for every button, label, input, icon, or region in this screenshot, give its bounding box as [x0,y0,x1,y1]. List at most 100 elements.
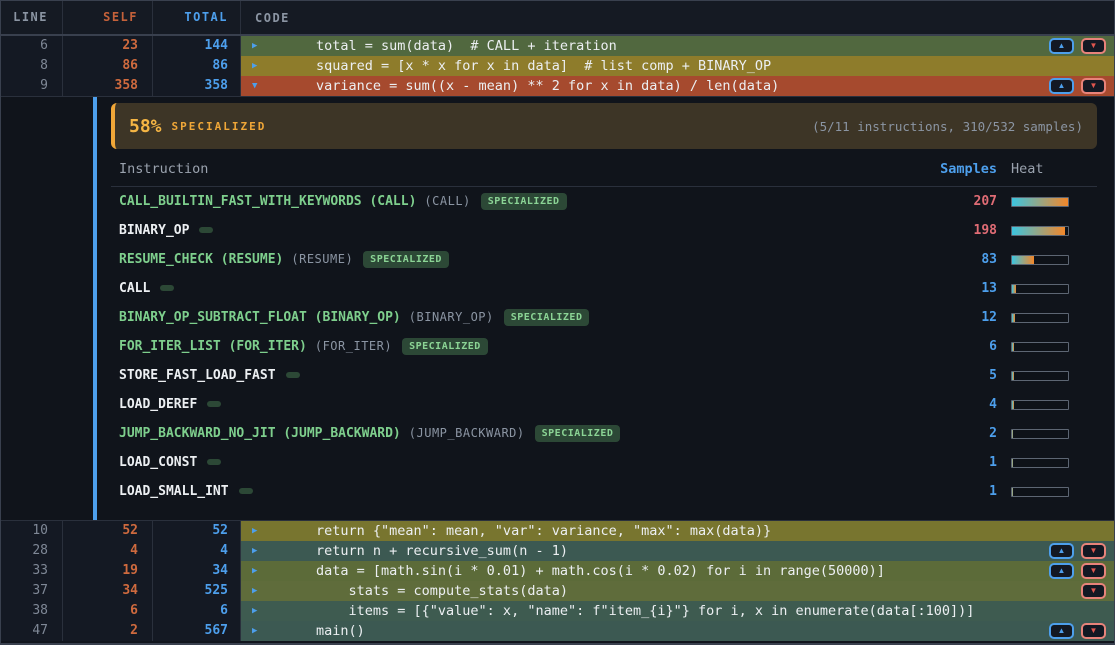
row-navigation-buttons: ▲ ▼ [1049,543,1106,559]
expand-collapse-icon[interactable]: ▶ [252,566,266,576]
line-number: 33 [1,561,63,581]
heat-bar-cell [997,197,1097,207]
self-samples: 6 [63,601,153,621]
sample-count: 6 [923,339,997,354]
jump-up-button[interactable]: ▲ [1049,563,1074,579]
specialized-badge: SPECIALIZED [504,309,590,326]
expand-collapse-icon[interactable]: ▼ [252,81,266,91]
code-cell[interactable]: ▶ return n + recursive_sum(n - 1) ▲ ▼ [241,541,1114,561]
specialized-badge [160,285,174,291]
code-row[interactable]: 38 6 6 ▶ items = [{"value": x, "name": f… [1,601,1114,621]
expand-collapse-icon[interactable]: ▶ [252,586,266,596]
sample-count: 1 [923,455,997,470]
expand-collapse-icon[interactable]: ▶ [252,546,266,556]
code-cell[interactable]: ▼ variance = sum((x - mean) ** 2 for x i… [241,76,1114,96]
instruction-name: STORE_FAST_LOAD_FAST [111,368,923,383]
table-header: LINE SELF TOTAL CODE [1,1,1114,36]
specialized-badge [207,459,221,465]
code-cell[interactable]: ▶ squared = [x * x for x in data] # list… [241,56,1114,76]
heat-bar-track [1011,284,1069,294]
expand-collapse-icon[interactable]: ▶ [252,526,266,536]
specialized-badge [239,488,253,494]
instruction-name: JUMP_BACKWARD_NO_JIT (JUMP_BACKWARD)(JUM… [111,425,923,442]
total-samples: 52 [153,521,241,541]
row-navigation-buttons: ▲ ▼ [1049,563,1106,579]
jump-down-button[interactable]: ▼ [1081,583,1106,599]
sample-count: 83 [923,252,997,267]
specialized-badge [286,372,300,378]
self-samples: 34 [63,581,153,601]
specialized-badge [199,227,213,233]
instruction-name: BINARY_OP [111,223,923,238]
expand-collapse-icon[interactable]: ▶ [252,41,266,51]
code-row[interactable]: 9 358 358 ▼ variance = sum((x - mean) **… [1,76,1114,96]
instruction-row: FOR_ITER_LIST (FOR_ITER)(FOR_ITER)SPECIA… [111,332,1097,361]
source-code-text: return n + recursive_sum(n - 1) [316,543,568,559]
jump-down-button[interactable]: ▼ [1081,563,1106,579]
jump-down-button[interactable]: ▼ [1081,38,1106,54]
total-samples: 6 [153,601,241,621]
jump-up-button[interactable]: ▲ [1049,78,1074,94]
code-row[interactable]: 6 23 144 ▶ total = sum(data) # CALL + it… [1,36,1114,56]
heat-bar-fill [1012,314,1015,322]
code-row[interactable]: 37 34 525 ▶ stats = compute_stats(data) … [1,581,1114,601]
base-opcode-label: (FOR_ITER) [315,339,392,353]
instruction-table-header: Instruction Samples Heat [111,152,1097,187]
heat-bar-fill [1012,488,1013,496]
source-code-text: data = [math.sin(i * 0.01) + math.cos(i … [316,563,885,579]
instruction-row: STORE_FAST_LOAD_FAST 5 [111,361,1097,390]
code-cell[interactable]: ▶ items = [{"value": x, "name": f"item_{… [241,601,1114,621]
instruction-row: LOAD_CONST 1 [111,448,1097,477]
code-row[interactable]: 28 4 4 ▶ return n + recursive_sum(n - 1)… [1,541,1114,561]
code-cell[interactable]: ▶ return {"mean": mean, "var": variance,… [241,521,1114,541]
heat-bar-fill [1012,459,1013,467]
line-number: 6 [1,36,63,56]
code-cell[interactable]: ▶ total = sum(data) # CALL + iteration ▲… [241,36,1114,56]
self-samples: 23 [63,36,153,56]
instruction-name: CALL_BUILTIN_FAST_WITH_KEYWORDS (CALL)(C… [111,193,923,210]
instruction-row: CALL_BUILTIN_FAST_WITH_KEYWORDS (CALL)(C… [111,187,1097,216]
source-code-text: stats = compute_stats(data) [316,583,568,599]
source-code-text: squared = [x * x for x in data] # list c… [316,58,771,74]
expand-collapse-icon[interactable]: ▶ [252,626,266,636]
jump-down-button[interactable]: ▼ [1081,623,1106,639]
expand-collapse-icon[interactable]: ▶ [252,61,266,71]
jump-down-button[interactable]: ▼ [1081,543,1106,559]
specialized-label: SPECIALIZED [172,120,267,133]
jump-down-button[interactable]: ▼ [1081,78,1106,94]
code-cell[interactable]: ▶ main() ▲ ▼ [241,621,1114,641]
specialized-badge: SPECIALIZED [402,338,488,355]
heat-bar-fill [1012,198,1068,206]
total-samples: 86 [153,56,241,76]
sample-count: 5 [923,368,997,383]
instruction-row: CALL 13 [111,274,1097,303]
heat-bar-fill [1012,401,1014,409]
heat-bar-track [1011,226,1069,236]
jump-up-button[interactable]: ▲ [1049,623,1074,639]
expand-collapse-icon[interactable]: ▶ [252,606,266,616]
heat-bar-cell [997,400,1097,410]
heat-bar-fill [1012,256,1034,264]
self-samples: 358 [63,76,153,96]
specialization-banner: 58% SPECIALIZED (5/11 instructions, 310/… [111,103,1097,149]
code-rows-top: 6 23 144 ▶ total = sum(data) # CALL + it… [1,36,1114,97]
specialized-badge: SPECIALIZED [363,251,449,268]
instruction-rows: CALL_BUILTIN_FAST_WITH_KEYWORDS (CALL)(C… [111,187,1097,506]
code-cell[interactable]: ▶ data = [math.sin(i * 0.01) + math.cos(… [241,561,1114,581]
code-row[interactable]: 47 2 567 ▶ main() ▲ ▼ [1,621,1114,641]
heat-bar-cell [997,429,1097,439]
code-row[interactable]: 33 19 34 ▶ data = [math.sin(i * 0.01) + … [1,561,1114,581]
heat-bar-cell [997,342,1097,352]
sample-count: 12 [923,310,997,325]
code-row[interactable]: 10 52 52 ▶ return {"mean": mean, "var": … [1,521,1114,541]
code-row[interactable]: 8 86 86 ▶ squared = [x * x for x in data… [1,56,1114,76]
code-cell[interactable]: ▶ stats = compute_stats(data) ▲ ▼ [241,581,1114,601]
base-opcode-label: (BINARY_OP) [409,310,494,324]
heat-bar-cell [997,458,1097,468]
instruction-row: BINARY_OP_SUBTRACT_FLOAT (BINARY_OP)(BIN… [111,303,1097,332]
jump-up-button[interactable]: ▲ [1049,543,1074,559]
heat-bar-track [1011,255,1069,265]
row-navigation-buttons: ▲ ▼ [1049,78,1106,94]
jump-up-button[interactable]: ▲ [1049,38,1074,54]
heat-bar-track [1011,429,1069,439]
